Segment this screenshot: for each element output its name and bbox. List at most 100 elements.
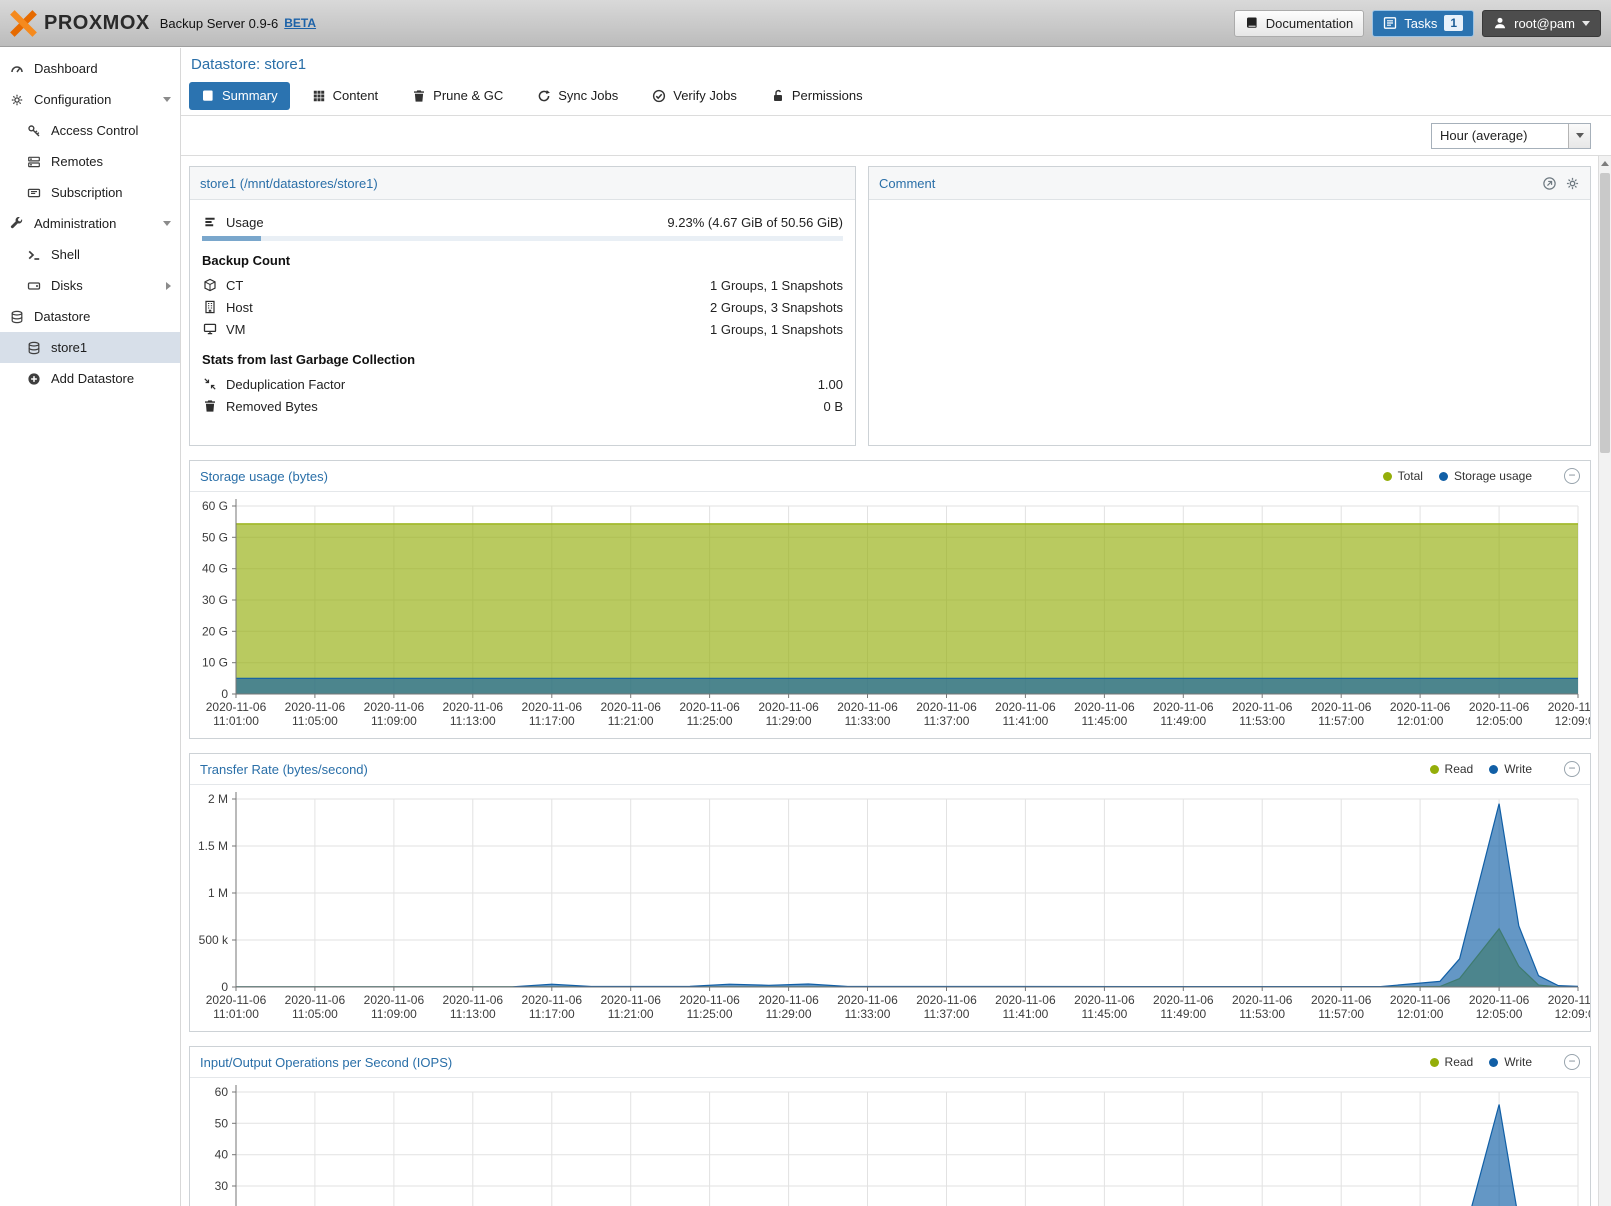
plus-circle-icon [26,372,42,386]
user-menu-button[interactable]: root@pam [1482,10,1601,37]
storage-usage-panel: Storage usage (bytes) Total Storage usag… [189,460,1591,739]
page-title: Datastore: store1 [191,56,306,73]
svg-text:2020-11-06: 2020-11-06 [600,993,661,1007]
svg-text:2020-11-06: 2020-11-06 [1469,700,1530,714]
circle-arrow-icon[interactable] [1542,176,1557,191]
tab-summary[interactable]: Summary [189,82,290,110]
legend-item-read[interactable]: Read [1430,1055,1474,1069]
gear-icon[interactable] [1565,176,1580,191]
sidebar-item-configuration[interactable]: Configuration [0,84,180,115]
iops-panel: Input/Output Operations per Second (IOPS… [189,1046,1591,1206]
expand-caret-icon[interactable] [166,282,171,290]
combo-trigger[interactable] [1568,124,1590,148]
hdd-icon [26,279,42,293]
tab-verify-jobs[interactable]: Verify Jobs [640,82,749,110]
collapse-panel-icon[interactable]: − [1564,761,1580,777]
legend-item-total[interactable]: Total [1383,469,1423,483]
collapse-caret-icon[interactable] [163,97,171,102]
svg-text:0: 0 [221,980,228,994]
svg-text:11:57:00: 11:57:00 [1318,714,1364,728]
svg-text:2020-11-06: 2020-11-06 [206,700,267,714]
sidebar-item-dashboard[interactable]: Dashboard [0,53,180,84]
comment-panel-header: Comment [869,167,1590,200]
sidebar-item-disks[interactable]: Disks [0,270,180,301]
svg-text:11:21:00: 11:21:00 [608,714,654,728]
comment-body[interactable] [869,200,1590,446]
svg-text:2020-11-06: 2020-11-06 [837,700,898,714]
svg-text:2020-11-06: 2020-11-06 [1153,700,1214,714]
beta-link[interactable]: BETA [284,16,316,30]
svg-text:11:29:00: 11:29:00 [766,714,812,728]
legend-dot [1430,765,1439,774]
svg-text:11:09:00: 11:09:00 [371,1007,417,1021]
sidebar-item-administration[interactable]: Administration [0,208,180,239]
svg-text:11:13:00: 11:13:00 [450,714,496,728]
comment-panel: Comment [868,166,1591,446]
svg-text:0: 0 [221,687,228,701]
svg-text:11:01:00: 11:01:00 [213,714,259,728]
vertical-scrollbar[interactable] [1598,156,1611,1206]
sidebar-item-access-control[interactable]: Access Control [0,115,180,146]
sidebar-item-add-datastore[interactable]: Add Datastore [0,363,180,394]
documentation-button[interactable]: Documentation [1234,10,1364,37]
collapse-caret-icon[interactable] [163,221,171,226]
collapse-panel-icon[interactable]: − [1564,468,1580,484]
scrollbar-up-arrow[interactable] [1599,156,1611,171]
tab-prune-gc[interactable]: Prune & GC [400,82,515,110]
svg-text:11:53:00: 11:53:00 [1239,714,1285,728]
backup-row-vm: VM 1 Groups, 1 Snapshots [202,319,843,339]
datastore-info-panel-header: store1 (/mnt/datastores/store1) [190,167,855,200]
legend-item-storage-usage[interactable]: Storage usage [1439,469,1532,483]
tab-sync-jobs[interactable]: Sync Jobs [525,82,630,110]
svg-text:12:09:00: 12:09:00 [1555,1007,1590,1021]
svg-text:11:41:00: 11:41:00 [1002,714,1048,728]
svg-text:2020-11-06: 2020-11-06 [1153,993,1214,1007]
tasks-button[interactable]: Tasks 1 [1372,10,1474,37]
sidebar-item-datastore[interactable]: Datastore [0,301,180,332]
svg-text:11:33:00: 11:33:00 [845,1007,891,1021]
svg-text:2020-11-06: 2020-11-06 [522,993,583,1007]
svg-text:20 G: 20 G [202,624,228,638]
gc-row-dedup: Deduplication Factor 1.00 [202,374,843,394]
svg-text:2020-11-06: 2020-11-06 [758,993,819,1007]
backup-row-ct: CT 1 Groups, 1 Snapshots [202,275,843,295]
tab-bar: Summary Content Prune & GC Sync Jobs Ver… [181,80,1611,116]
tab-permissions[interactable]: Permissions [759,82,875,110]
sidebar-nav: Dashboard Configuration Access Control R… [0,48,181,1206]
svg-text:2020-11-06: 2020-11-06 [285,993,346,1007]
svg-text:2020-11-06: 2020-11-06 [1232,993,1293,1007]
legend-dot [1439,472,1448,481]
ticket-icon [26,186,42,200]
usage-icon [202,215,218,229]
svg-text:2020-11-06: 2020-11-06 [1469,993,1530,1007]
svg-text:11:45:00: 11:45:00 [1081,714,1127,728]
time-range-select[interactable]: Hour (average) [1431,123,1591,149]
legend-item-write[interactable]: Write [1489,762,1532,776]
chart-toolbar: Hour (average) [181,116,1611,156]
sync-icon [537,89,551,103]
svg-text:11:29:00: 11:29:00 [766,1007,812,1021]
svg-text:2020-11-06: 2020-11-06 [1390,700,1451,714]
sidebar-item-remotes[interactable]: Remotes [0,146,180,177]
chevron-down-icon [1576,133,1584,138]
svg-text:2020-11-06: 2020-11-06 [285,700,346,714]
person-icon [1493,16,1507,30]
svg-text:2020-11-06: 2020-11-06 [995,700,1056,714]
main-content: Datastore: store1 Summary Content Prune … [181,48,1611,1206]
svg-text:11:05:00: 11:05:00 [292,714,338,728]
scrollbar-thumb[interactable] [1600,173,1610,453]
collapse-panel-icon[interactable]: − [1564,1054,1580,1070]
transfer-rate-chart: 0500 k1 M1.5 M2 M2020-11-0611:01:002020-… [190,785,1590,1031]
legend-item-read[interactable]: Read [1430,762,1474,776]
tab-content[interactable]: Content [300,82,391,110]
svg-text:2020-11-06: 2020-11-06 [995,993,1056,1007]
sidebar-item-store1[interactable]: store1 [0,332,180,363]
sidebar-item-subscription[interactable]: Subscription [0,177,180,208]
sidebar-item-shell[interactable]: Shell [0,239,180,270]
chart-legend: Read Write − [1430,761,1580,777]
legend-item-write[interactable]: Write [1489,1055,1532,1069]
gc-stats-title: Stats from last Garbage Collection [202,352,843,367]
svg-text:2020-11-06: 2020-11-06 [758,700,819,714]
svg-text:50 G: 50 G [202,530,228,544]
datastore-info-panel: store1 (/mnt/datastores/store1) Usage 9.… [189,166,856,446]
